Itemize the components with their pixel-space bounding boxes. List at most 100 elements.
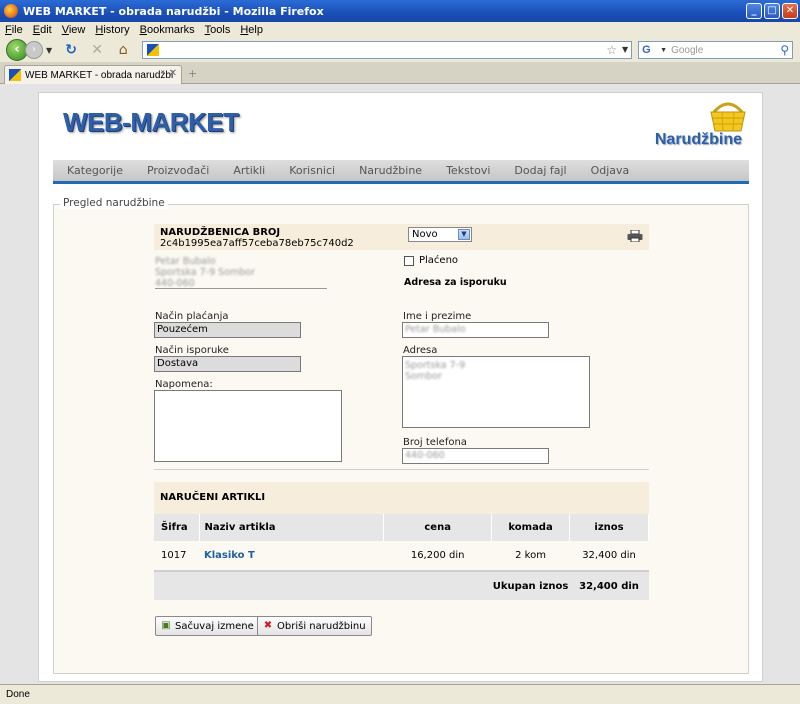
chevron-down-icon[interactable]: ▼: [458, 229, 470, 240]
order-legend: Pregled narudžbine: [60, 197, 168, 209]
search-input[interactable]: G ▼ Google ⚲: [638, 41, 794, 59]
col-header-code: Šifra: [154, 514, 201, 541]
address-label: Adresa: [403, 345, 438, 356]
tab-bar: WEB MARKET - obrada narudžbi ✕ +: [0, 62, 800, 84]
menu-bookmarks[interactable]: Bookmarks: [135, 24, 200, 36]
address-line-1: Sportska 7-9: [405, 360, 466, 371]
delete-icon: ✖: [263, 620, 273, 631]
site-favicon-icon: [147, 44, 160, 56]
save-button[interactable]: ▣ Sačuvaj izmene: [155, 616, 260, 636]
order-fieldset: Pregled narudžbine NARUDŽBENICA BROJ 2c4…: [53, 197, 749, 674]
payment-method-field: Pouzećem: [154, 322, 301, 338]
address-line-2: Sombor: [405, 371, 442, 382]
save-label: Sačuvaj izmene: [175, 620, 254, 632]
full-name-value: Petar Bubalo: [405, 324, 466, 335]
divider: [155, 288, 327, 289]
tab-favicon-icon: [9, 69, 21, 81]
url-dropdown-icon[interactable]: ▼: [622, 42, 628, 58]
table-row: 1017 Klasiko T 16,200 din 2 kom 32,400 d…: [154, 541, 649, 572]
delete-order-button[interactable]: ✖ Obriši narudžbinu: [257, 616, 372, 636]
tab-title: WEB MARKET - obrada narudžbi: [25, 69, 174, 81]
stop-icon[interactable]: ✕: [88, 41, 106, 59]
items-table: Šifra Naziv artikla cena komada iznos 10…: [154, 514, 649, 600]
site-logo[interactable]: WEB-MARKET: [63, 107, 239, 138]
nav-item-narudzbine[interactable]: Narudžbine: [359, 164, 422, 177]
customer-info: Petar Bubalo Sportska 7-9 Sombor 440-060: [155, 256, 255, 289]
forward-button[interactable]: ›: [25, 41, 43, 59]
ordered-items-title: NARUČENI ARTIKLI: [154, 482, 649, 514]
nav-item-proizvodjaci[interactable]: Proizvođači: [147, 164, 209, 177]
menu-help[interactable]: Help: [235, 24, 268, 36]
paid-checkbox[interactable]: [404, 255, 414, 266]
nav-item-dodaj-fajl[interactable]: Dodaj fajl: [514, 164, 566, 177]
page-container: WEB-MARKET Narudžbine Kategorije Proizvo…: [38, 92, 763, 682]
google-icon[interactable]: G: [642, 43, 656, 57]
total-row: Ukupan iznos 32,400 din: [154, 571, 649, 600]
item-name-link[interactable]: Klasiko T: [204, 550, 255, 561]
menu-edit[interactable]: Edit: [28, 24, 57, 36]
save-icon: ▣: [161, 620, 171, 631]
minimize-button[interactable]: _: [746, 3, 762, 19]
tab-web-market[interactable]: WEB MARKET - obrada narudžbi ✕: [4, 65, 182, 84]
ordered-items: NARUČENI ARTIKLI Šifra Naziv artikla cen…: [154, 482, 649, 600]
section-divider: [154, 469, 649, 470]
paid-checkbox-row[interactable]: Plaćeno: [404, 255, 458, 266]
order-header: NARUDŽBENICA BROJ 2c4b1995ea7aff57ceba78…: [154, 224, 649, 250]
navigation-toolbar: ‹ › ▼ ↻ ✕ ⌂ ☆ ▼ G ▼ Google ⚲: [0, 38, 800, 62]
col-header-amount: iznos: [569, 514, 649, 541]
shipping-address-heading: Adresa za isporuku: [404, 277, 507, 288]
col-header-price: cena: [383, 514, 493, 541]
nav-item-korisnici[interactable]: Korisnici: [289, 164, 335, 177]
menu-bar: File Edit View History Bookmarks Tools H…: [0, 22, 800, 38]
order-number-label: NARUDŽBENICA BROJ: [160, 227, 281, 238]
order-number: 2c4b1995ea7aff57ceba78eb75c740d2: [160, 238, 354, 249]
printer-icon[interactable]: [627, 230, 643, 242]
reload-icon[interactable]: ↻: [62, 41, 80, 59]
customer-name-line: Petar Bubalo: [155, 256, 216, 267]
menu-history[interactable]: History: [90, 24, 134, 36]
page-viewport: WEB-MARKET Narudžbine Kategorije Proizvo…: [0, 84, 800, 684]
window-controls: _ □ ✕: [746, 3, 798, 19]
main-nav: Kategorije Proizvođači Artikli Korisnici…: [53, 160, 749, 184]
url-bar[interactable]: ☆ ▼: [142, 41, 633, 59]
firefox-icon: [4, 4, 18, 18]
window-title-bar: WEB MARKET - obrada narudžbi - Mozilla F…: [0, 0, 800, 22]
total-spacer: [154, 571, 492, 600]
paid-label: Plaćeno: [419, 255, 459, 266]
shopping-basket-icon: [710, 102, 746, 132]
total-label: Ukupan iznos: [491, 571, 570, 600]
col-header-qty: komada: [491, 514, 571, 541]
note-label: Napomena:: [155, 379, 213, 390]
menu-file[interactable]: File: [0, 24, 28, 36]
address-textarea[interactable]: Sportska 7-9 Sombor: [402, 356, 590, 428]
search-engine-dropdown-icon[interactable]: ▼: [660, 47, 667, 54]
home-icon[interactable]: ⌂: [114, 41, 132, 59]
nav-item-kategorije[interactable]: Kategorije: [67, 164, 123, 177]
delivery-method-label: Način isporuke: [155, 345, 229, 356]
order-status-select[interactable]: Novo ▼: [408, 227, 472, 242]
nav-item-artikli[interactable]: Artikli: [233, 164, 265, 177]
nav-item-odjava[interactable]: Odjava: [591, 164, 630, 177]
order-status-value: Novo: [412, 229, 438, 240]
close-window-button[interactable]: ✕: [782, 3, 798, 19]
full-name-field[interactable]: Petar Bubalo: [402, 322, 549, 338]
search-icon[interactable]: ⚲: [780, 42, 789, 58]
tab-close-icon[interactable]: ✕: [169, 68, 177, 79]
col-header-name: Naziv artikla: [199, 514, 385, 541]
delete-label: Obriši narudžbinu: [277, 620, 366, 632]
history-dropdown-icon[interactable]: ▼: [46, 46, 52, 55]
menu-view[interactable]: View: [57, 24, 91, 36]
item-amount: 32,400 din: [569, 541, 649, 572]
item-qty: 2 kom: [491, 541, 570, 572]
maximize-button[interactable]: □: [764, 3, 780, 19]
phone-field[interactable]: 440-060: [402, 448, 549, 464]
new-tab-icon[interactable]: +: [188, 67, 197, 80]
note-textarea[interactable]: [154, 390, 342, 462]
menu-tools[interactable]: Tools: [200, 24, 236, 36]
payment-method-label: Način plaćanja: [155, 311, 229, 322]
nav-item-tekstovi[interactable]: Tekstovi: [446, 164, 490, 177]
total-value: 32,400 din: [569, 571, 649, 600]
item-price: 16,200 din: [383, 541, 492, 572]
bookmark-star-icon[interactable]: ☆: [606, 42, 617, 58]
search-placeholder: Google: [671, 44, 704, 56]
